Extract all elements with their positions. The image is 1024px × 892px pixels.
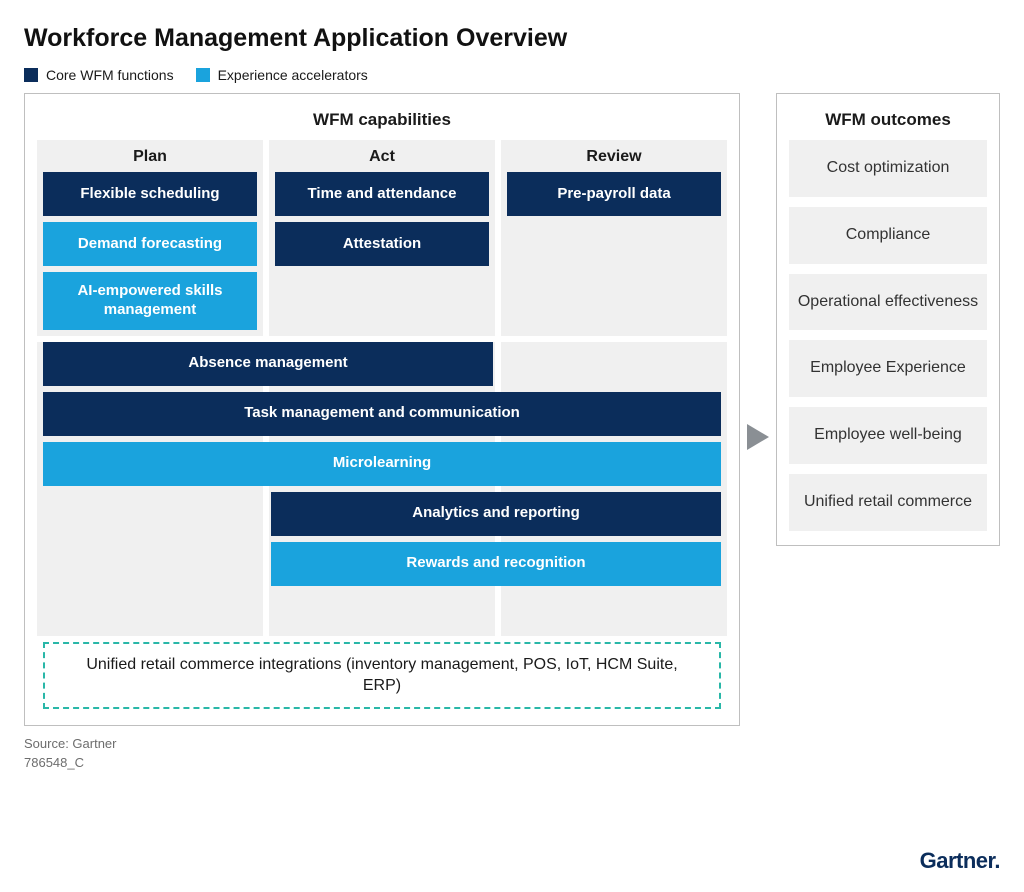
- column-act-stack: Time and attendance Attestation: [269, 172, 495, 272]
- outcome-compliance: Compliance: [789, 207, 987, 264]
- span-row-absence: Absence management: [37, 342, 727, 386]
- outcome-operational-effectiveness: Operational effectiveness: [789, 274, 987, 331]
- outcomes-header: WFM outcomes: [789, 104, 987, 140]
- spanning-rows: Absence management Task management and c…: [37, 342, 727, 592]
- span-row-analytics: Analytics and reporting: [37, 492, 727, 536]
- gartner-logo: Gartner.: [920, 848, 1000, 874]
- source-label: Source: Gartner: [24, 736, 1000, 751]
- column-header-review: Review: [501, 140, 727, 172]
- box-microlearning: Microlearning: [43, 442, 721, 486]
- column-review-stack: Pre-payroll data: [501, 172, 727, 222]
- column-header-act: Act: [269, 140, 495, 172]
- span-row-microlearning: Microlearning: [37, 442, 727, 486]
- box-rewards-recognition: Rewards and recognition: [271, 542, 721, 586]
- swatch-accel-icon: [196, 68, 210, 82]
- outcome-employee-wellbeing: Employee well-being: [789, 407, 987, 464]
- outcomes-panel: WFM outcomes Cost optimization Complianc…: [776, 93, 1000, 546]
- figure-id: 786548_C: [24, 755, 1000, 770]
- main-layout: WFM capabilities Plan Flexible schedulin…: [24, 93, 1000, 726]
- box-time-attendance: Time and attendance: [275, 172, 489, 216]
- capabilities-columns: Plan Flexible scheduling Demand forecast…: [37, 140, 727, 336]
- box-pre-payroll-data: Pre-payroll data: [507, 172, 721, 216]
- swatch-core-icon: [24, 68, 38, 82]
- box-flexible-scheduling: Flexible scheduling: [43, 172, 257, 216]
- page-title: Workforce Management Application Overvie…: [24, 24, 1000, 53]
- column-plan: Plan Flexible scheduling Demand forecast…: [37, 140, 263, 336]
- column-review: Review Pre-payroll data: [501, 140, 727, 336]
- legend-label-core: Core WFM functions: [46, 67, 174, 83]
- box-absence-management: Absence management: [43, 342, 493, 386]
- legend-item-accel: Experience accelerators: [196, 67, 368, 83]
- legend-item-core: Core WFM functions: [24, 67, 174, 83]
- spanning-area: Absence management Task management and c…: [37, 342, 727, 636]
- box-analytics-reporting: Analytics and reporting: [271, 492, 721, 536]
- brand-dot: .: [994, 848, 1000, 873]
- span-row-rewards: Rewards and recognition: [37, 542, 727, 586]
- brand-name: Gartner: [920, 848, 995, 873]
- legend-label-accel: Experience accelerators: [218, 67, 368, 83]
- diagram-page: Workforce Management Application Overvie…: [0, 0, 1024, 892]
- column-header-plan: Plan: [37, 140, 263, 172]
- outcome-cost-optimization: Cost optimization: [789, 140, 987, 197]
- column-plan-stack: Flexible scheduling Demand forecasting A…: [37, 172, 263, 336]
- capabilities-header: WFM capabilities: [37, 104, 727, 140]
- outcomes-list: Cost optimization Compliance Operational…: [789, 140, 987, 531]
- outcome-employee-experience: Employee Experience: [789, 340, 987, 397]
- box-attestation: Attestation: [275, 222, 489, 266]
- box-unified-integrations: Unified retail commerce integrations (in…: [43, 642, 721, 709]
- span-row-task: Task management and communication: [37, 392, 727, 436]
- legend: Core WFM functions Experience accelerato…: [24, 67, 1000, 83]
- box-demand-forecasting: Demand forecasting: [43, 222, 257, 266]
- box-ai-skills-management: AI-empowered skills management: [43, 272, 257, 330]
- arrow-icon: [740, 421, 776, 453]
- capabilities-panel: WFM capabilities Plan Flexible schedulin…: [24, 93, 740, 726]
- column-act: Act Time and attendance Attestation: [269, 140, 495, 336]
- outcome-unified-retail-commerce: Unified retail commerce: [789, 474, 987, 531]
- box-task-management: Task management and communication: [43, 392, 721, 436]
